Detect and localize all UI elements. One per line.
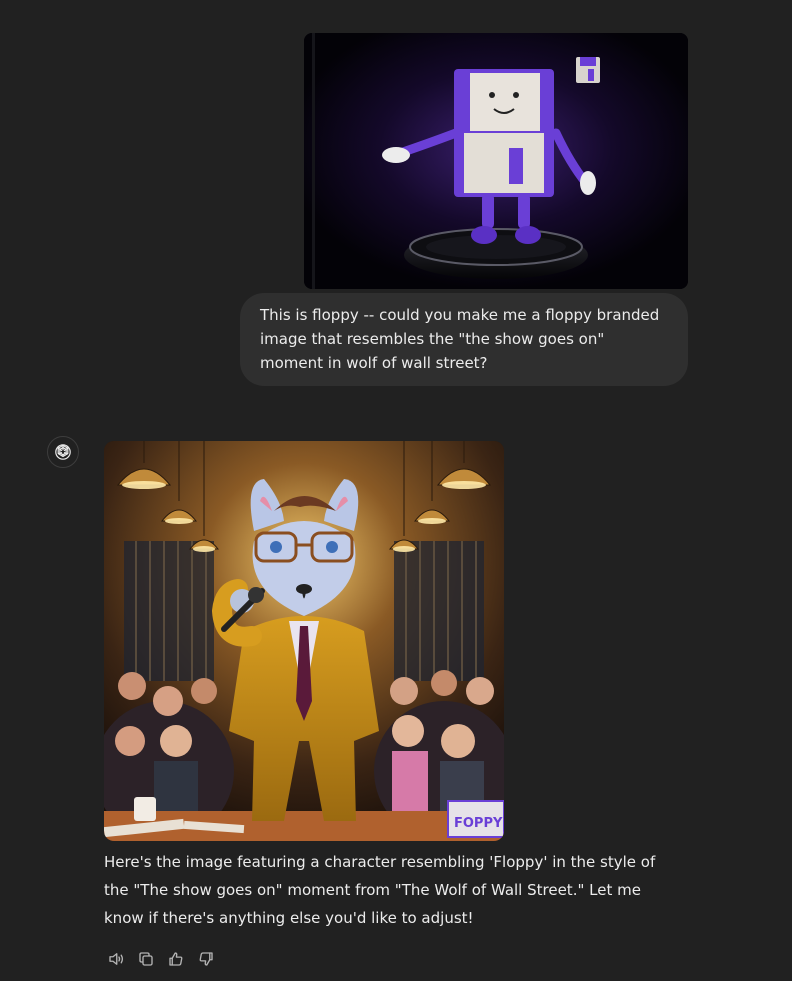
speaker-icon (109, 953, 124, 965)
copy-button[interactable] (134, 947, 158, 971)
floppy-mascot-illustration (304, 33, 688, 289)
chat-page: This is floppy -- could you make me a fl… (0, 0, 792, 981)
read-aloud-button[interactable] (104, 947, 128, 971)
thumbs-up-icon (169, 952, 183, 966)
wolf-of-wall-street-illustration: FOPPY (104, 441, 504, 841)
assistant-message-text: Here's the image featuring a character r… (104, 848, 684, 932)
bad-response-button[interactable] (194, 947, 218, 971)
assistant-generated-image[interactable]: FOPPY (104, 441, 504, 841)
box-label-text: FOPPY (454, 816, 503, 831)
openai-logo-icon (55, 444, 71, 460)
thumbs-down-icon (199, 952, 213, 966)
copy-icon (139, 952, 153, 966)
user-uploaded-image[interactable] (304, 33, 688, 289)
user-message-text: This is floppy -- could you make me a fl… (260, 306, 660, 372)
assistant-avatar (47, 436, 79, 468)
user-message-bubble: This is floppy -- could you make me a fl… (240, 293, 688, 386)
message-actions (104, 947, 218, 971)
good-response-button[interactable] (164, 947, 188, 971)
assistant-message-content: Here's the image featuring a character r… (104, 853, 656, 927)
